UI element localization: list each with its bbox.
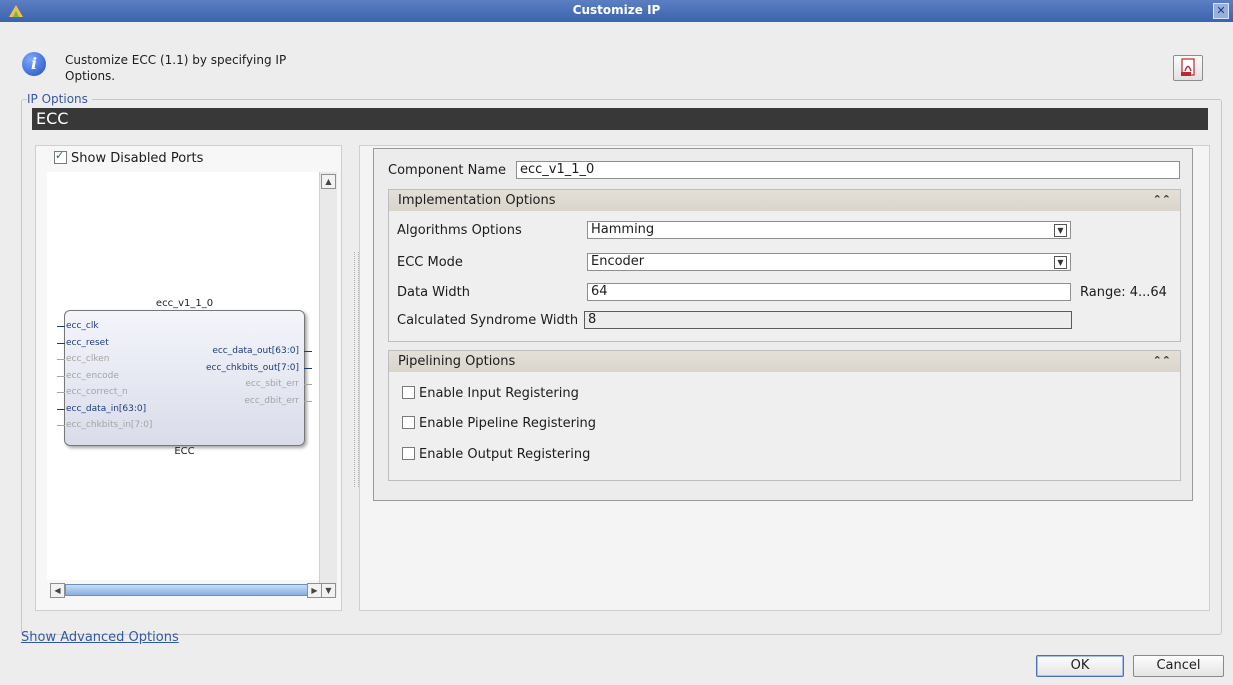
vertical-scrollbar[interactable]: ▲ ▼ — [319, 172, 337, 598]
algorithm-label: Algorithms Options — [397, 223, 522, 238]
ecc-mode-select[interactable]: Encoder ▼ — [587, 253, 1071, 271]
chevron-down-icon[interactable]: ▼ — [1054, 224, 1067, 237]
enable-pipeline-registering-label: Enable Pipeline Registering — [419, 416, 597, 431]
scroll-right-arrow-icon[interactable]: ▶ — [307, 583, 322, 598]
close-icon[interactable]: ✕ — [1213, 3, 1229, 19]
chevron-down-icon[interactable]: ▼ — [1054, 256, 1067, 269]
block-label: ECC — [174, 446, 195, 457]
output-port[interactable]: ecc_sbit_err — [245, 379, 299, 389]
horizontal-scroll-thumb[interactable] — [65, 584, 309, 596]
data-width-label: Data Width — [397, 285, 470, 300]
cancel-button[interactable]: Cancel — [1133, 655, 1224, 677]
collapse-icon[interactable]: ⌃⌃ — [1153, 193, 1171, 206]
enable-input-registering-label: Enable Input Registering — [419, 386, 579, 401]
info-icon: i — [22, 52, 46, 76]
pipelining-options-header[interactable]: Pipelining Options ⌃⌃ — [389, 351, 1180, 372]
input-port[interactable]: ecc_clk — [66, 321, 99, 331]
output-port[interactable]: ecc_chkbits_out[7:0] — [206, 363, 299, 373]
syndrome-width-field: 8 — [584, 311, 1072, 329]
enable-output-registering-checkbox[interactable]: Enable Output Registering — [402, 447, 590, 462]
input-port[interactable]: ecc_correct_n — [66, 387, 128, 397]
collapse-icon[interactable]: ⌃⌃ — [1153, 354, 1171, 367]
data-width-input[interactable]: 64 — [587, 283, 1071, 301]
input-port[interactable]: ecc_encode — [66, 371, 119, 381]
input-port[interactable]: ecc_clken — [66, 354, 110, 364]
checkbox-icon[interactable] — [402, 447, 415, 460]
output-port[interactable]: ecc_dbit_err — [244, 396, 299, 406]
port-pin — [57, 359, 65, 360]
algorithm-select[interactable]: Hamming ▼ — [587, 221, 1071, 239]
pdf-icon — [1181, 58, 1195, 76]
checkbox-icon[interactable] — [402, 386, 415, 399]
ecc-mode-label: ECC Mode — [397, 255, 463, 270]
window-title: Customize IP — [572, 3, 661, 17]
show-advanced-options-link[interactable]: Show Advanced Options — [21, 630, 179, 645]
port-pin — [304, 351, 312, 352]
enable-pipeline-registering-checkbox[interactable]: Enable Pipeline Registering — [402, 416, 596, 431]
implementation-options-header[interactable]: Implementation Options ⌃⌃ — [389, 190, 1180, 211]
port-pin — [57, 409, 65, 410]
show-disabled-ports-label: Show Disabled Ports — [71, 151, 204, 166]
ecc-mode-value: Encoder — [591, 254, 645, 269]
port-pin — [57, 425, 65, 426]
port-pin — [304, 384, 312, 385]
ip-name-header: ECC — [32, 108, 1208, 130]
checkbox-icon[interactable] — [402, 416, 415, 429]
horizontal-scrollbar[interactable]: ◀ ▶ — [49, 583, 337, 598]
instance-name: ecc_v1_1_0 — [155, 298, 214, 309]
port-pin — [304, 401, 312, 402]
syndrome-width-label: Calculated Syndrome Width — [397, 313, 579, 328]
scroll-left-arrow-icon[interactable]: ◀ — [50, 583, 65, 598]
input-port[interactable]: ecc_chkbits_in[7:0] — [66, 420, 152, 430]
checkbox-icon[interactable] — [54, 149, 67, 164]
enable-output-registering-label: Enable Output Registering — [419, 447, 591, 462]
port-pin — [57, 392, 65, 393]
input-port[interactable]: ecc_data_in[63:0] — [66, 404, 146, 414]
ok-button[interactable]: OK — [1036, 655, 1124, 677]
component-name-label: Component Name — [388, 163, 506, 178]
enable-input-registering-checkbox[interactable]: Enable Input Registering — [402, 386, 579, 401]
implementation-options-title: Implementation Options — [398, 193, 556, 208]
ip-options-legend: IP Options — [27, 92, 92, 106]
show-disabled-ports-checkbox[interactable]: Show Disabled Ports — [54, 149, 204, 166]
algorithm-value: Hamming — [591, 222, 655, 237]
pipelining-options-title: Pipelining Options — [398, 354, 516, 369]
documentation-button[interactable] — [1173, 55, 1203, 81]
output-port[interactable]: ecc_data_out[63:0] — [212, 346, 299, 356]
data-width-range: Range: 4...64 — [1080, 285, 1167, 300]
title-bar: Customize IP ✕ — [0, 0, 1233, 22]
info-text: Customize ECC (1.1) by specifying IP Opt… — [65, 53, 287, 83]
port-pin — [57, 343, 65, 344]
port-pin — [57, 376, 65, 377]
input-port[interactable]: ecc_reset — [66, 338, 109, 348]
port-pin — [304, 368, 312, 369]
port-pin — [57, 326, 65, 327]
component-name-input[interactable]: ecc_v1_1_0 — [516, 161, 1180, 179]
scroll-up-arrow-icon[interactable]: ▲ — [321, 174, 336, 189]
